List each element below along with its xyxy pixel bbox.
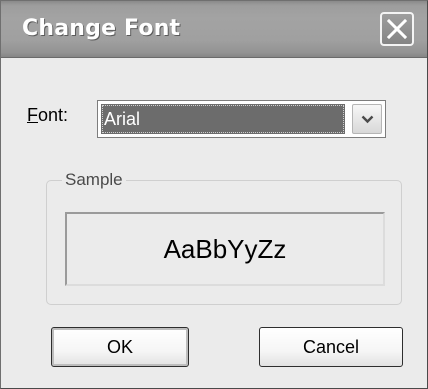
sample-preview-box: AaBbYyZz: [65, 212, 385, 286]
close-button[interactable]: [380, 12, 414, 46]
cancel-button[interactable]: Cancel: [259, 327, 403, 367]
font-label-accelerator: F: [27, 105, 38, 125]
sample-group-legend: Sample: [62, 170, 126, 190]
font-label-text: ont:: [38, 105, 69, 125]
sample-preview-text: AaBbYyZz: [163, 233, 287, 264]
font-select[interactable]: Arial: [97, 100, 386, 138]
change-font-dialog: Change Font Font: Arial Sample AaBbYyZz …: [0, 0, 428, 389]
font-select-value: Arial: [101, 104, 345, 134]
close-icon: [387, 19, 407, 39]
font-label: Font:: [27, 105, 68, 126]
font-dropdown-button[interactable]: [352, 104, 382, 134]
dialog-title: Change Font: [22, 16, 181, 41]
title-bar[interactable]: Change Font: [1, 1, 427, 58]
ok-button[interactable]: OK: [51, 327, 189, 367]
chevron-down-icon: [361, 115, 374, 124]
